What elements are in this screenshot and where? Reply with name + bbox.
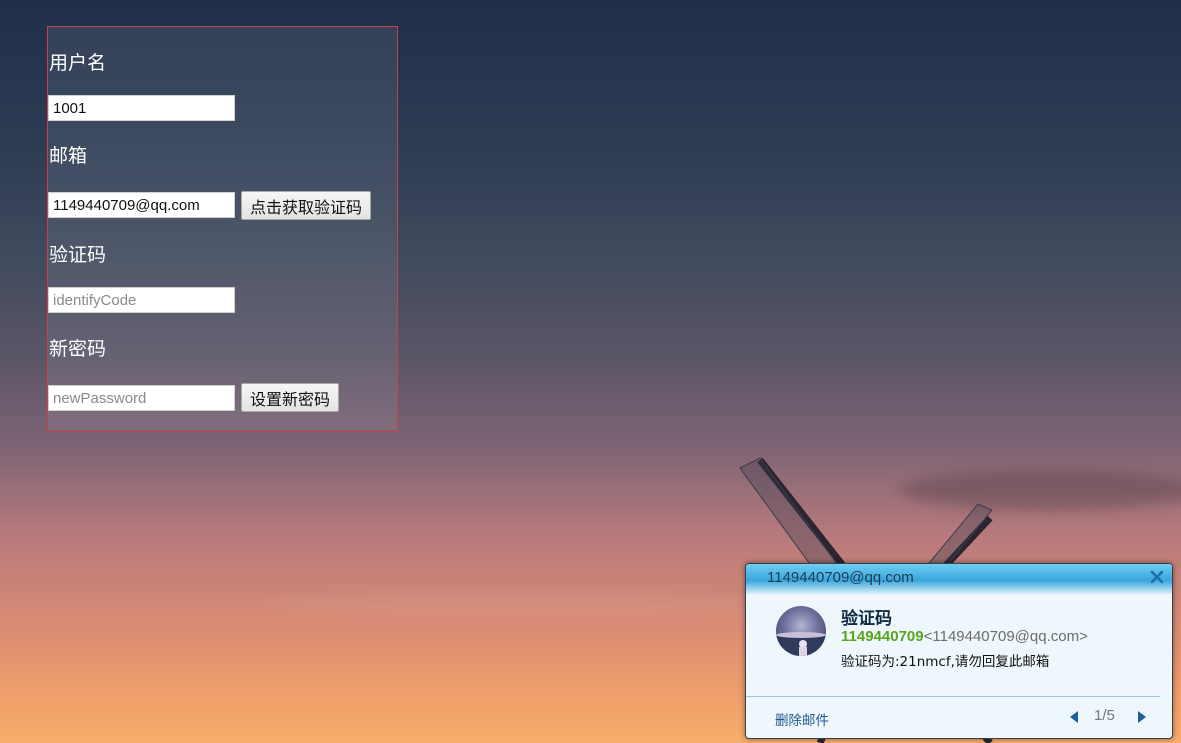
email-label: 邮箱	[49, 145, 88, 167]
notification-header: 1149440709@qq.com	[746, 564, 1172, 594]
pager-count: 1/5	[1094, 707, 1115, 724]
new-password-label: 新密码	[49, 338, 107, 360]
avatar	[776, 606, 826, 656]
close-icon[interactable]	[1148, 568, 1166, 586]
mail-sender: 1149440709<1149440709@qq.com>	[841, 628, 1088, 645]
notification-account: 1149440709@qq.com	[767, 569, 914, 586]
mail-subject: 验证码	[841, 609, 892, 629]
new-password-input[interactable]	[48, 385, 235, 411]
code-input[interactable]	[48, 287, 235, 313]
reset-password-form: 用户名 邮箱 点击获取验证码 验证码 新密码 设置新密码	[47, 26, 398, 431]
next-icon[interactable]	[1136, 710, 1148, 724]
get-code-button[interactable]: 点击获取验证码	[241, 191, 372, 220]
mail-body: 验证码为:21nmcf,请勿回复此邮箱	[841, 654, 1050, 670]
email-input[interactable]	[48, 192, 235, 218]
sender-address: <1149440709@qq.com>	[923, 628, 1088, 645]
set-password-button[interactable]: 设置新密码	[241, 383, 340, 412]
username-input[interactable]	[48, 95, 235, 121]
code-label: 验证码	[49, 244, 107, 266]
background-cloud	[260, 590, 780, 620]
previous-icon[interactable]	[1068, 710, 1080, 724]
divider	[746, 696, 1160, 697]
delete-mail-link[interactable]: 删除邮件	[775, 709, 829, 729]
username-label: 用户名	[49, 52, 107, 74]
sender-name: 1149440709	[841, 628, 924, 645]
mail-notification: 1149440709@qq.com 验证码 1149440709<1149440…	[745, 563, 1173, 739]
